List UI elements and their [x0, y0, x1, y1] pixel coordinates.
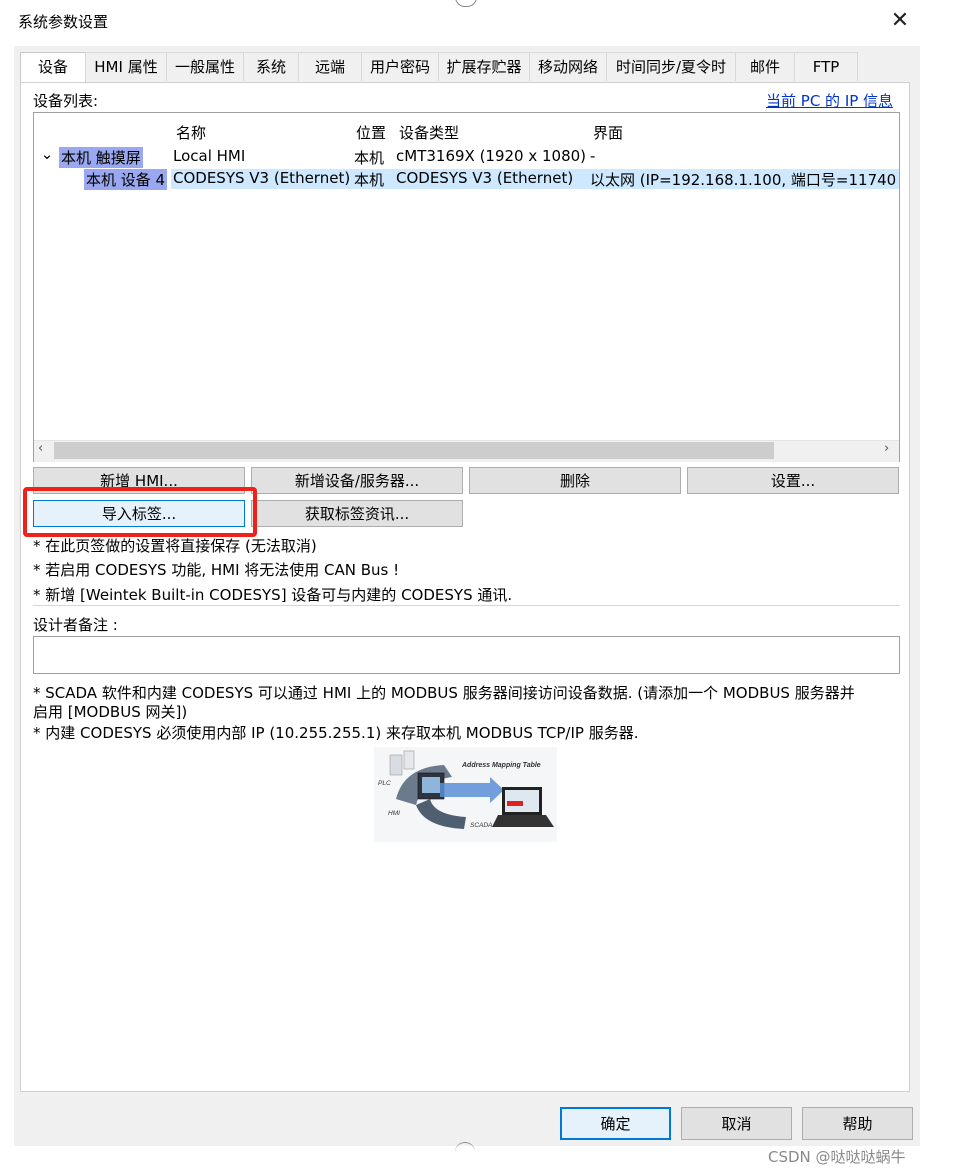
title-notch	[455, 0, 477, 7]
add-device-server-button[interactable]: 新增设备/服务器...	[251, 467, 463, 494]
red-highlight-annotation	[23, 487, 257, 537]
row-hmi-name: Local HMI	[173, 147, 246, 165]
tab-hmi-properties[interactable]: HMI 属性	[85, 52, 167, 81]
section-divider	[33, 605, 900, 606]
diagram-plc-device	[389, 754, 403, 776]
diagram-arc-lower	[416, 799, 466, 829]
tab-bar: 设备 HMI 属性 一般属性 系统 远端 用户密码 扩展存贮器 移动网络 时间同…	[20, 52, 910, 83]
scada-note-2: 启用 [MODBUS 网关])	[33, 703, 188, 721]
tab-ftp[interactable]: FTP	[794, 52, 858, 81]
tab-mobile-network[interactable]: 移动网络	[529, 52, 607, 81]
designer-notes-input[interactable]	[33, 636, 900, 674]
diagram-laptop-base	[492, 815, 554, 827]
ok-button[interactable]: 确定	[560, 1107, 671, 1140]
row-device-name: CODESYS V3 (Ethernet)	[173, 169, 351, 187]
row-device-location: 本机	[354, 171, 385, 189]
row-hmi-interface: -	[590, 147, 596, 165]
pc-ip-info-link[interactable]: 当前 PC 的 IP 信息	[766, 90, 893, 111]
device-list-label: 设备列表:	[33, 92, 99, 110]
window-title: 系统参数设置	[18, 13, 109, 31]
tree-node-device-4[interactable]: 本机 设备 4	[84, 169, 168, 190]
row-hmi-location: 本机	[354, 149, 385, 167]
diagram-illustration: Address Mapping Table PLC HMI SCADA	[378, 750, 554, 829]
csdn-watermark: CSDN @哒哒哒蜗牛	[768, 1148, 906, 1166]
modbus-gateway-diagram: Address Mapping Table PLC HMI SCADA	[374, 747, 557, 842]
diagram-data-arrow	[440, 783, 490, 797]
get-tag-info-button[interactable]: 获取标签资讯...	[251, 500, 463, 527]
diagram-label-scada: SCADA	[470, 822, 492, 829]
column-location[interactable]: 位置	[356, 122, 386, 143]
close-icon[interactable]: ✕	[886, 8, 914, 36]
diagram-hmi-screen	[422, 777, 440, 793]
scada-note-3: * 内建 CODESYS 必须使用内部 IP (10.255.255.1) 来存…	[33, 724, 639, 742]
column-name[interactable]: 名称	[176, 122, 206, 143]
note-can-bus: * 若启用 CODESYS 功能, HMI 将无法使用 CAN Bus !	[33, 561, 400, 579]
row-hmi-type: cMT3169X (1920 x 1080)	[396, 147, 587, 165]
tab-general-properties[interactable]: 一般属性	[166, 52, 244, 81]
tree-collapse-icon[interactable]: ⌄	[40, 145, 54, 163]
scroll-left-icon[interactable]: ‹	[38, 441, 43, 456]
diagram-label-plc: PLC	[378, 780, 391, 787]
tab-email[interactable]: 邮件	[735, 52, 795, 81]
tab-time-sync[interactable]: 时间同步/夏令时	[606, 52, 736, 81]
diagram-title: Address Mapping Table	[461, 762, 541, 769]
scada-note-1: * SCADA 软件和内建 CODESYS 可以通过 HMI 上的 MODBUS…	[33, 684, 855, 702]
delete-button[interactable]: 删除	[469, 467, 681, 494]
diagram-arrow-head	[490, 777, 504, 803]
column-device-type[interactable]: 设备类型	[399, 122, 459, 143]
tab-system[interactable]: 系统	[243, 52, 299, 81]
tab-device[interactable]: 设备	[20, 52, 86, 83]
column-interface[interactable]: 界面	[593, 122, 623, 143]
tree-node-local-hmi[interactable]: 本机 触摸屏	[59, 147, 143, 168]
scrollbar-thumb[interactable]	[54, 442, 774, 459]
help-button[interactable]: 帮助	[802, 1107, 913, 1140]
diagram-label-hmi: HMI	[388, 810, 400, 817]
tab-extended-memory[interactable]: 扩展存贮器	[438, 52, 530, 81]
note-save-directly: * 在此页签做的设置将直接保存 (无法取消)	[33, 537, 317, 555]
designer-notes-label: 设计者备注 :	[33, 616, 118, 634]
tab-user-password[interactable]: 用户密码	[361, 52, 439, 81]
settings-button[interactable]: 设置...	[687, 467, 899, 494]
diagram-laptop-ui	[507, 801, 523, 806]
cancel-button[interactable]: 取消	[681, 1107, 792, 1140]
tab-remote[interactable]: 远端	[298, 52, 362, 81]
row-device-interface: 以太网 (IP=192.168.1.100, 端口号=11740	[590, 171, 897, 189]
diagram-plc-device-2	[403, 750, 415, 770]
scroll-right-icon[interactable]: ›	[884, 441, 889, 456]
row-device-type: CODESYS V3 (Ethernet)	[396, 169, 574, 187]
note-weintek-codesys: * 新增 [Weintek Built-in CODESYS] 设备可与内建的 …	[33, 586, 513, 604]
